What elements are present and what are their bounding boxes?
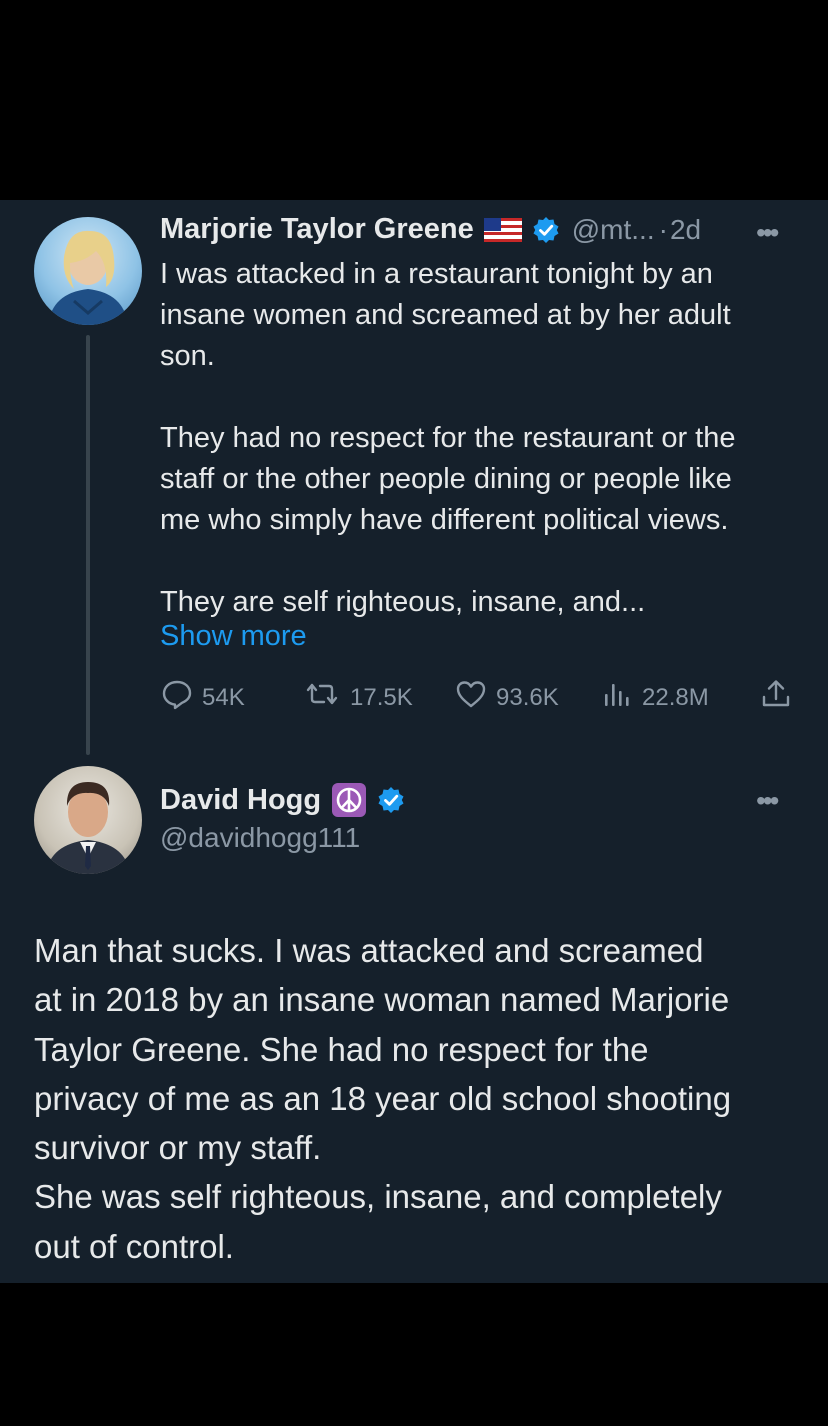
author-name[interactable]: Marjorie Taylor Greene (160, 213, 474, 246)
peace-symbol-icon (331, 782, 367, 818)
reply-body: Man that sucks. I was attacked and screa… (34, 932, 732, 1265)
retweet-icon (302, 677, 350, 718)
more-horizontal-icon[interactable]: ••• (756, 219, 779, 247)
thread-connector-line (86, 335, 90, 755)
screenshot: Marjorie Taylor Greene @mt... · 2d ••• I… (0, 0, 828, 1426)
reply-icon (160, 677, 202, 718)
reply-action[interactable]: 54K (160, 677, 245, 718)
share-action[interactable] (759, 677, 801, 718)
views-count: 22.8M (642, 683, 709, 711)
reply-author-name[interactable]: David Hogg (160, 784, 321, 817)
separator-dot: · (658, 213, 668, 245)
like-count: 93.6K (496, 683, 559, 711)
show-more-link[interactable]: Show more (160, 620, 307, 653)
more-horizontal-icon[interactable]: ••• (756, 787, 779, 815)
avatar-david-hogg[interactable] (34, 766, 142, 874)
tweet-timestamp[interactable]: 2d (670, 214, 701, 246)
retweet-action[interactable]: 17.5K (302, 677, 413, 718)
us-flag-icon (483, 217, 522, 242)
author-handle[interactable]: @mt... (572, 214, 655, 246)
tweet-header: Marjorie Taylor Greene @mt... · 2d (160, 213, 701, 246)
heart-icon (454, 677, 496, 718)
avatar-marjorie-taylor-greene[interactable] (34, 217, 142, 325)
verified-badge-icon (532, 216, 560, 244)
share-icon (759, 677, 801, 718)
reply-count: 54K (202, 683, 245, 711)
retweet-count: 17.5K (350, 683, 413, 711)
reply-author-handle[interactable]: @davidhogg111 (160, 822, 360, 854)
like-action[interactable]: 93.6K (454, 677, 559, 718)
tweet-body: I was attacked in a restaurant tonight b… (160, 258, 736, 618)
views-action[interactable]: 22.8M (600, 677, 709, 718)
views-chart-icon (600, 677, 642, 718)
reply-header: David Hogg (160, 782, 405, 818)
verified-badge-icon (377, 786, 405, 814)
